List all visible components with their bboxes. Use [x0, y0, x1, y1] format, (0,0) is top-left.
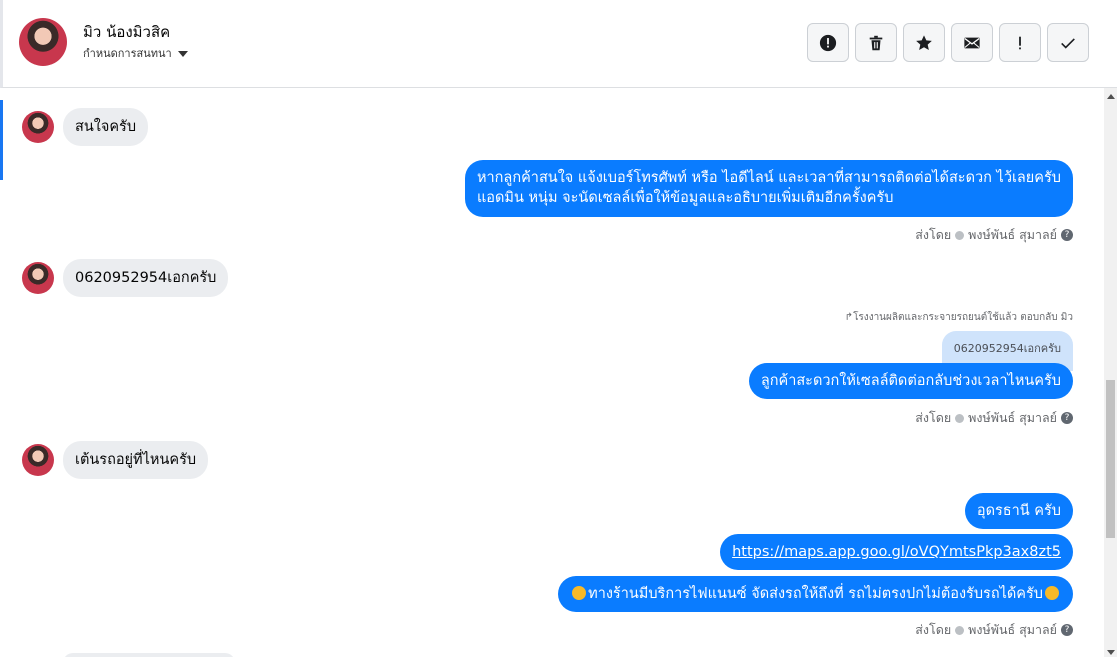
conversation-settings-dropdown[interactable]: กำหนดการสนทนา	[83, 44, 188, 62]
outgoing-message-row: หากลูกค้าสนใจ แจ้งเบอร์โทรศัพท์ หรือ ไอด…	[464, 160, 1073, 217]
active-indicator	[0, 100, 3, 180]
scroll-down-arrow-icon[interactable]	[1107, 650, 1115, 655]
outgoing-message[interactable]: ลูกค้าสะดวกให้เซลล์ติดต่อกลับช่วงเวลาไหน…	[748, 363, 1073, 399]
outgoing-message[interactable]: ทางร้านมีบริการไฟแนนซ์ จัดส่งรถให้ถึงที่…	[558, 576, 1073, 612]
alert-circle-icon	[819, 34, 837, 51]
verified-check-icon	[955, 625, 965, 635]
envelope-icon	[964, 37, 980, 48]
mark-unread-button[interactable]	[951, 23, 993, 62]
reply-context-text: โรงงานผลิตและกระจายรถยนต์ใช้แล้ว ตอบกลับ…	[853, 312, 1073, 323]
exclamation-icon	[1019, 36, 1021, 49]
verified-check-icon	[955, 230, 965, 240]
follow-up-button[interactable]	[999, 23, 1041, 62]
caret-down-icon	[177, 51, 188, 57]
outgoing-message[interactable]: หากลูกค้าสนใจ แจ้งเบอร์โทรศัพท์ หรือ ไอด…	[464, 160, 1073, 217]
outgoing-message-row: https://maps.app.goo.gl/oVQYmtsPkp3ax8zt…	[720, 534, 1073, 570]
contact-avatar[interactable]	[19, 18, 67, 66]
sent-by-label: ส่งโดย พงษ์พันธ์ สุมาลย์ ?	[915, 225, 1073, 245]
trash-icon	[869, 35, 883, 50]
sent-by-label: ส่งโดย พงษ์พันธ์ สุมาลย์ ?	[915, 620, 1073, 640]
sent-by-prefix: ส่งโดย	[915, 410, 952, 425]
delete-button[interactable]	[855, 23, 897, 62]
outgoing-message-row: ทางร้านมีบริการไฟแนนซ์ จัดส่งรถให้ถึงที่…	[558, 576, 1073, 612]
thread-scrollbar[interactable]	[1104, 88, 1117, 657]
emoji-icon	[572, 586, 587, 600]
check-icon	[1061, 37, 1075, 49]
outgoing-message-row: ลูกค้าสะดวกให้เซลล์ติดต่อกลับช่วงเวลาไหน…	[748, 363, 1073, 399]
scroll-up-arrow-icon[interactable]	[1107, 94, 1115, 99]
help-icon[interactable]: ?	[1061, 412, 1073, 424]
header-actions	[807, 23, 1089, 62]
incoming-message[interactable]: สนใจครับ	[63, 108, 149, 146]
outgoing-message[interactable]: อุดรธานี ครับ	[964, 493, 1073, 529]
incoming-message-row: เต้นรถอยู่ที่ไหนครับ	[22, 441, 209, 479]
conversation-header: มิว น้องมิวสิค กำหนดการสนทนา	[0, 0, 1117, 88]
contact-name[interactable]: มิว น้องมิวสิค	[83, 20, 170, 44]
verified-check-icon	[955, 413, 965, 423]
mark-spam-button[interactable]	[807, 23, 849, 62]
help-icon[interactable]: ?	[1061, 229, 1073, 241]
maps-link[interactable]: https://maps.app.goo.gl/oVQYmtsPkp3ax8zt…	[732, 544, 1061, 560]
incoming-message-row: 0620952954เอกครับ	[22, 259, 229, 297]
sent-by-prefix: ส่งโดย	[915, 622, 952, 637]
star-button[interactable]	[903, 23, 945, 62]
contact-avatar-small[interactable]	[22, 262, 54, 294]
sent-by-agent[interactable]: พงษ์พันธ์ สุมาลย์	[968, 408, 1057, 428]
sent-by-label: ส่งโดย พงษ์พันธ์ สุมาลย์ ?	[915, 408, 1073, 428]
outgoing-message-text: ทางร้านมีบริการไฟแนนซ์ จัดส่งรถให้ถึงที่…	[588, 586, 1043, 602]
outgoing-message-line: หากลูกค้าสนใจ แจ้งเบอร์โทรศัพท์ หรือ ไอด…	[476, 170, 1061, 186]
contact-avatar-small[interactable]	[22, 111, 54, 143]
reply-arrow-icon: ↱	[844, 312, 854, 323]
star-icon	[916, 34, 932, 50]
sent-by-prefix: ส่งโดย	[915, 227, 952, 242]
sent-by-agent[interactable]: พงษ์พันธ์ สุมาลย์	[968, 225, 1057, 245]
outgoing-message-line: แอดมิน หนุ่ม จะนัดเซลล์เพื่อให้ข้อมูลและ…	[476, 190, 894, 206]
incoming-message[interactable]: 0620952954เอกครับ	[63, 259, 229, 297]
outgoing-message-row: อุดรธานี ครับ	[964, 493, 1073, 529]
reply-context: ↱โรงงานผลิตและกระจายรถยนต์ใช้แล้ว ตอบกลั…	[845, 310, 1073, 325]
mark-done-button[interactable]	[1047, 23, 1089, 62]
incoming-message[interactable]: เต้นรถอยู่ที่ไหนครับ	[63, 441, 209, 479]
scrollbar-thumb[interactable]	[1106, 380, 1115, 538]
sent-by-agent[interactable]: พงษ์พันธ์ สุมาลย์	[968, 620, 1057, 640]
emoji-icon	[1045, 586, 1059, 600]
contact-avatar-small[interactable]	[22, 444, 54, 476]
message-thread: สนใจครับ หากลูกค้าสนใจ แจ้งเบอร์โทรศัพท์…	[0, 88, 1104, 657]
incoming-message-row: สนใจครับ	[22, 108, 149, 146]
help-icon[interactable]: ?	[1061, 624, 1073, 636]
conversation-settings-label: กำหนดการสนทนา	[83, 47, 172, 60]
incoming-message-partial[interactable]	[63, 653, 235, 657]
outgoing-link-message[interactable]: https://maps.app.goo.gl/oVQYmtsPkp3ax8zt…	[720, 534, 1073, 570]
